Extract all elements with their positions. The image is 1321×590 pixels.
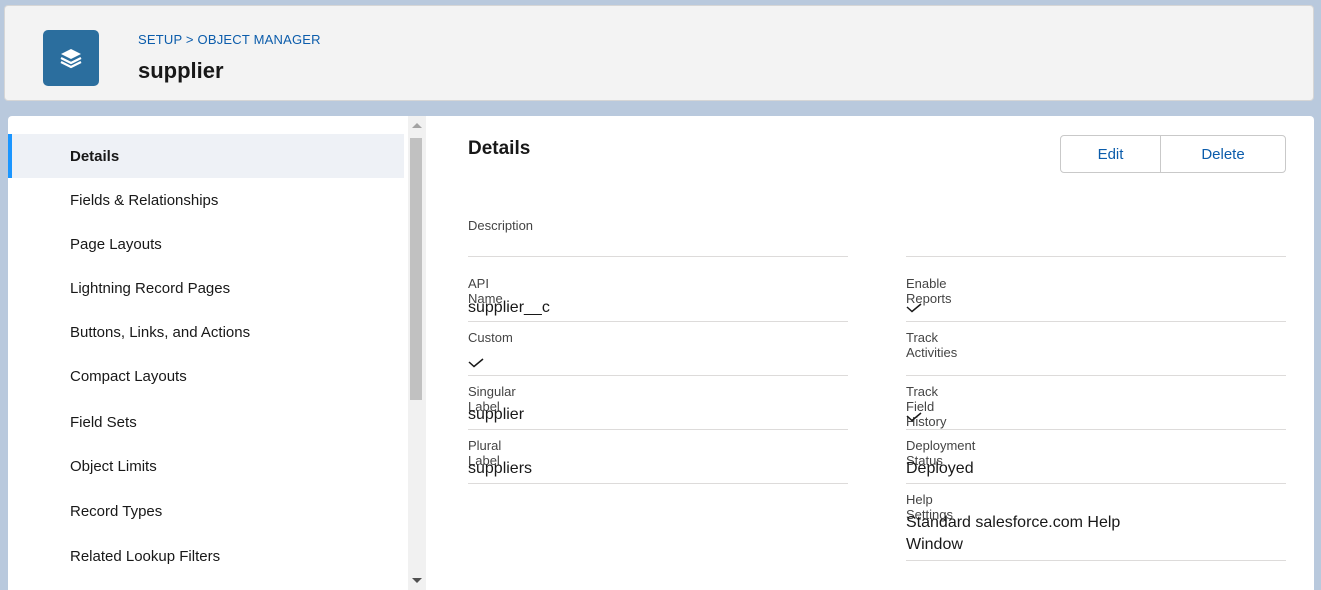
sidebar-item-label: Fields & Relationships	[70, 191, 219, 209]
field-divider	[468, 321, 848, 322]
field-divider	[906, 321, 1286, 322]
sidebar-item-label: Page Layouts	[70, 235, 162, 253]
field-value: Window	[906, 536, 963, 553]
scroll-down-arrow-icon[interactable]	[412, 578, 422, 583]
sidebar-item-label: Object Limits	[70, 457, 157, 475]
sidebar-item-object-limits[interactable]: Object Limits	[8, 444, 404, 488]
sidebar-item-details[interactable]: Details	[8, 134, 404, 178]
sidebar-item-related-lookup-filters[interactable]: Related Lookup Filters	[8, 534, 404, 578]
sidebar-item-page-layouts[interactable]: Page Layouts	[8, 222, 404, 266]
sidebar-item-label: Compact Layouts	[70, 367, 187, 385]
checkmark-icon	[906, 412, 922, 422]
field-divider	[468, 483, 848, 484]
scrollbar-thumb[interactable]	[410, 138, 422, 400]
field-divider	[468, 429, 848, 430]
field-divider	[906, 560, 1286, 561]
field-label: Track Field History	[906, 384, 947, 429]
layers-icon	[43, 30, 99, 86]
sidebar-item-field-sets[interactable]: Field Sets	[8, 400, 404, 444]
sidebar-item-fields-relationships[interactable]: Fields & Relationships	[8, 178, 404, 222]
sidebar-item-label: Record Types	[70, 502, 163, 520]
scroll-up-arrow-icon[interactable]	[412, 123, 422, 128]
field-divider	[468, 375, 848, 376]
field-divider	[906, 256, 1286, 257]
sidebar-item-label: Lightning Record Pages	[70, 279, 231, 297]
sidebar-scrollbar[interactable]	[408, 116, 426, 590]
breadcrumb: SETUP > OBJECT MANAGER	[138, 32, 321, 47]
sidebar-item-lightning-record-pages[interactable]: Lightning Record Pages	[8, 266, 404, 310]
breadcrumb-separator: >	[185, 32, 194, 47]
sidebar-item-label: Details	[70, 147, 120, 165]
sidebar-item-compact-layouts[interactable]: Compact Layouts	[8, 354, 404, 398]
field-divider	[906, 429, 1286, 430]
main-panel: Details Fields & Relationships Page Layo…	[8, 116, 1314, 590]
sidebar-item-label: Related Lookup Filters	[70, 547, 221, 565]
field-divider	[468, 256, 848, 257]
field-label: Enable Reports	[906, 276, 952, 306]
delete-button[interactable]: Delete	[1161, 136, 1285, 172]
field-value: supplier__c	[468, 299, 550, 316]
page-title: supplier	[138, 58, 224, 83]
checkmark-icon	[906, 303, 922, 313]
edit-button[interactable]: Edit	[1061, 136, 1161, 172]
breadcrumb-setup-link[interactable]: SETUP	[138, 32, 182, 47]
breadcrumb-object-manager-link[interactable]: OBJECT MANAGER	[198, 32, 321, 47]
sidebar-item-label: Field Sets	[70, 413, 137, 431]
action-button-group: Edit Delete	[1060, 135, 1286, 173]
sidebar-item-buttons-links-actions[interactable]: Buttons, Links, and Actions	[8, 310, 404, 354]
sidebar-nav: Details Fields & Relationships Page Layo…	[8, 116, 408, 590]
field-value: suppliers	[468, 460, 533, 477]
field-value: supplier	[468, 406, 525, 423]
sidebar-item-label: Buttons, Links, and Actions	[70, 323, 251, 341]
field-value: Standard salesforce.com Help	[906, 514, 1121, 531]
field-label: Description	[468, 218, 534, 233]
field-value: Deployed	[906, 460, 974, 477]
details-heading: Details	[468, 138, 531, 159]
field-divider	[906, 483, 1286, 484]
field-label: Track Activities	[906, 330, 958, 360]
sidebar-item-record-types[interactable]: Record Types	[8, 489, 404, 533]
object-header: SETUP > OBJECT MANAGER supplier	[4, 5, 1314, 101]
field-label: Custom	[468, 330, 513, 345]
checkmark-icon	[468, 358, 484, 368]
field-divider	[906, 375, 1286, 376]
